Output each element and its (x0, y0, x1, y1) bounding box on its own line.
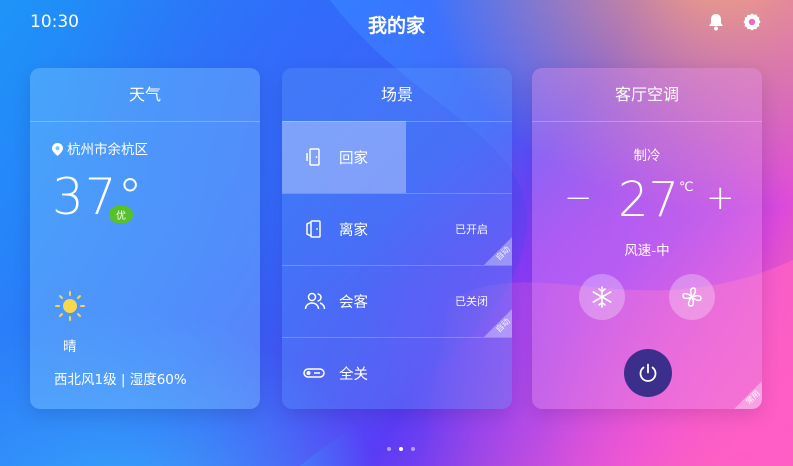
scene-item-guests[interactable]: 会客 已关闭 自动 (282, 265, 512, 338)
scene-card: 场景 回家 离家 已开启 自动 会客 已关闭 自动 全关 (282, 68, 512, 409)
status-bar: 10:30 我的家 (0, 0, 793, 46)
gear-icon[interactable] (742, 12, 762, 32)
cool-mode-button[interactable] (579, 274, 625, 320)
scene-status: 已开启 (455, 223, 488, 236)
wind-humidity: 西北风1级 | 湿度60% (54, 372, 187, 388)
power-button[interactable] (624, 349, 672, 397)
scene-item-home[interactable]: 回家 (282, 121, 512, 194)
auto-tag-label: 自动 (494, 244, 512, 263)
guests-icon (304, 292, 326, 310)
weather-card-title: 天气 (30, 68, 260, 122)
fan-icon (682, 287, 702, 307)
page-title: 我的家 (367, 15, 425, 37)
scene-item-label: 会客 (339, 295, 368, 311)
scene-item-leave[interactable]: 离家 已开启 自动 (282, 193, 512, 266)
ac-card-title: 客厅空调 (532, 68, 762, 122)
power-icon (639, 363, 657, 382)
ac-temperature: 27 (618, 172, 680, 228)
weather-condition: 晴 (63, 339, 77, 355)
favorite-tag: 常用 (734, 381, 762, 409)
favorite-tag-label: 常用 (744, 388, 762, 407)
scene-status: 已关闭 (455, 295, 488, 308)
scene-item-label: 全关 (339, 367, 368, 383)
auto-tag: 自动 (484, 237, 512, 265)
fan-speed: 风速-中 (624, 243, 670, 259)
fan-mode-button[interactable] (669, 274, 715, 320)
snowflake-icon (592, 286, 612, 308)
home-door-icon (306, 148, 320, 166)
auto-tag: 自动 (484, 309, 512, 337)
weather-card[interactable]: 天气 杭州市余杭区 37° 优 晴 西北风1级 | 湿度60% (30, 68, 260, 409)
temperature-unit: ℃ (679, 180, 694, 195)
page-indicator (383, 436, 419, 455)
bell-icon[interactable] (706, 12, 726, 32)
ac-mode: 制冷 (633, 148, 661, 164)
location: 杭州市余杭区 (52, 138, 148, 158)
ac-card: 客厅空调 制冷 − 27 ℃ + 风速-中 常用 (532, 68, 762, 409)
auto-tag-label: 自动 (494, 316, 512, 335)
temp-decrease-button[interactable]: − (564, 178, 593, 218)
aqi-badge: 优 (109, 206, 133, 223)
scene-item-label: 回家 (339, 151, 368, 167)
temp-increase-button[interactable]: + (706, 178, 735, 218)
scene-card-title: 场景 (282, 68, 512, 122)
page-dot[interactable] (387, 447, 391, 451)
location-pin-icon (52, 143, 63, 156)
page-dot-active[interactable] (399, 447, 403, 451)
leave-door-icon (306, 220, 321, 238)
sun-icon (55, 291, 85, 321)
switch-off-icon (303, 368, 325, 378)
scene-item-all-off[interactable]: 全关 (282, 337, 512, 409)
location-label: 杭州市余杭区 (67, 142, 148, 158)
page-dot[interactable] (411, 447, 415, 451)
scene-item-label: 离家 (339, 223, 368, 239)
